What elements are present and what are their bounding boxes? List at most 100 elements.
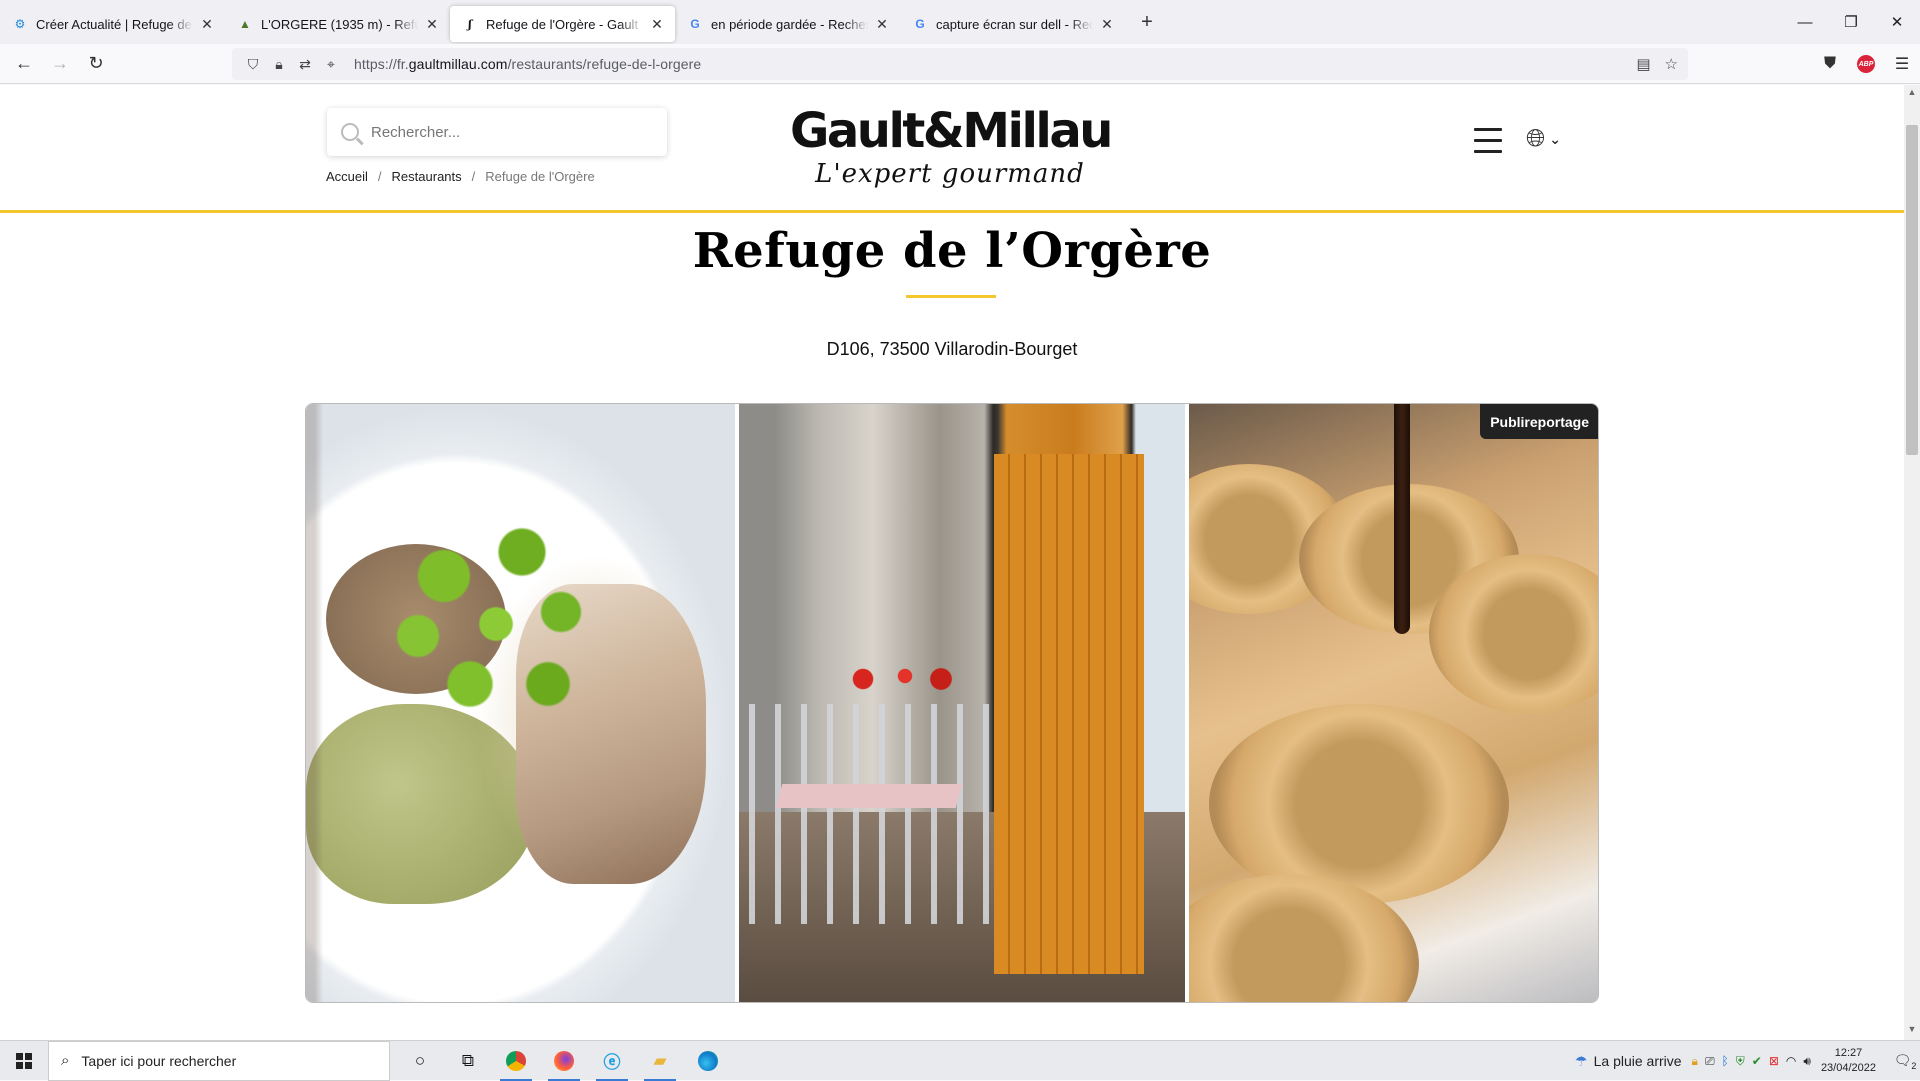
scroll-up-icon[interactable]: ▲ [1904, 87, 1920, 101]
taskbar-apps: ○ ⧉ ⓔ ▰ [396, 1041, 732, 1081]
close-icon[interactable]: ✕ [874, 16, 890, 33]
close-window-icon[interactable]: ✕ [1874, 0, 1920, 44]
system-tray: ☂ La pluie arrive 🔒︎ ⎚ ᛒ ⛨ ✔ ⊠ ◠ 🔊︎ 12:2… [1575, 1041, 1920, 1081]
close-icon[interactable]: ✕ [424, 16, 440, 33]
weather-text: La pluie arrive [1593, 1053, 1682, 1069]
lock-icon[interactable]: 🔒︎ [268, 56, 290, 73]
tab-title: capture écran sur dell - Recherche Googl… [936, 16, 1093, 32]
photo-shape [1208, 704, 1509, 904]
breadcrumb-home[interactable]: Accueil [326, 169, 368, 184]
restaurant-address: D106, 73500 Villarodin-Bourget [826, 339, 1078, 359]
scroll-down-icon[interactable]: ▼ [1904, 1024, 1920, 1038]
chrome-icon[interactable] [492, 1041, 540, 1081]
tab-gault-millau[interactable]: ʃ Refuge de l'Orgère - Gault & Millau ✕ [450, 6, 675, 42]
umbrella-icon: ☂ [1575, 1052, 1588, 1069]
close-icon[interactable]: ✕ [1099, 16, 1115, 33]
notification-count: 2 [1911, 1060, 1917, 1071]
cortana-icon[interactable]: ○ [396, 1041, 444, 1081]
back-arrow-icon[interactable]: ← [6, 48, 42, 80]
reload-icon[interactable]: ↻ [78, 48, 114, 80]
url-bar[interactable]: ⛉ 🔒︎ ⇄ ⌖ https://fr.gaultmillau.com/rest… [232, 48, 1688, 80]
sponsored-badge: Publireportage [1480, 404, 1598, 439]
bluetooth-icon[interactable]: ᛒ [1722, 1054, 1729, 1069]
title-underline [906, 295, 996, 298]
adblock-icon[interactable]: ABP [1848, 55, 1884, 73]
reader-view-icon[interactable]: ▤ [1636, 55, 1650, 73]
file-explorer-icon[interactable]: ▰ [636, 1041, 684, 1081]
google-icon: G [690, 17, 700, 31]
system-clock[interactable]: 12:27 23/04/2022 [1821, 1046, 1876, 1076]
logo-tagline: L'expert gourmand [815, 159, 1085, 189]
browser-window: ⚙ Créer Actualité | Refuge de l'Orgère ✕… [0, 0, 1920, 1081]
pocket-icon[interactable]: ⛊ [1812, 55, 1848, 73]
hamburger-menu-icon[interactable] [1474, 128, 1502, 154]
restore-icon[interactable]: ❐ [1828, 0, 1874, 44]
site-header: Rechercher... Accueil / Restaurants / Re… [0, 85, 1904, 213]
tray-icons: 🔒︎ ⎚ ᛒ ⛨ ✔ ⊠ ◠ 🔊︎ [1692, 1054, 1811, 1069]
task-view-icon[interactable]: ⧉ [444, 1041, 492, 1081]
bookmark-star-icon[interactable]: ☆ [1665, 55, 1678, 73]
internet-explorer-icon[interactable]: ⓔ [588, 1041, 636, 1081]
site-search-input[interactable]: Rechercher... [327, 108, 667, 156]
page-scrollbar[interactable]: ▲ ▼ [1904, 85, 1920, 1040]
site-logo[interactable]: Gault&Millau L'expert gourmand [790, 103, 1113, 189]
photo-shape [776, 784, 963, 808]
lock-tray-icon[interactable]: 🔒︎ [1692, 1054, 1698, 1069]
breadcrumb: Accueil / Restaurants / Refuge de l'Orgè… [326, 169, 595, 184]
firefox-icon[interactable] [540, 1041, 588, 1081]
url-prefix: https://fr. [354, 56, 409, 72]
tab-title: Créer Actualité | Refuge de l'Orgère [36, 16, 193, 32]
security-icon[interactable]: ⛨ [1736, 1054, 1745, 1069]
clock-time: 12:27 [1834, 1047, 1863, 1059]
shield-icon[interactable]: ⛉ [242, 56, 264, 73]
edge-icon[interactable] [684, 1041, 732, 1081]
language-selector[interactable]: 🌐︎ ⌄ [1526, 125, 1561, 153]
url-text[interactable]: https://fr.gaultmillau.com/restaurants/r… [354, 56, 701, 72]
photo-dish[interactable] [306, 404, 736, 1002]
taskbar-search-input[interactable]: ⌕ Taper ici pour rechercher [48, 1040, 390, 1081]
close-icon[interactable]: ✕ [199, 16, 215, 33]
new-tab-button[interactable]: + [1129, 4, 1165, 40]
tab-google-periode[interactable]: G en période gardée - Recherche Google ✕ [675, 6, 900, 42]
photo-shape [839, 664, 960, 694]
photo-shape [749, 704, 1020, 924]
photo-tarts[interactable]: Publireportage [1188, 404, 1598, 1002]
scrollbar-thumb[interactable] [1906, 125, 1918, 455]
tab-creer-actualite[interactable]: ⚙ Créer Actualité | Refuge de l'Orgère ✕ [0, 6, 225, 42]
window-controls: — ❐ ✕ [1782, 0, 1920, 44]
breadcrumb-restaurants[interactable]: Restaurants [392, 169, 462, 184]
page-title: Refuge de l’Orgère [692, 223, 1212, 279]
search-icon [341, 123, 359, 141]
location-icon[interactable]: ⌖ [320, 56, 342, 73]
start-button[interactable] [0, 1041, 48, 1081]
menu-icon[interactable]: ☰ [1884, 54, 1920, 74]
gm-icon: ʃ [468, 17, 472, 31]
forward-arrow-icon[interactable]: → [42, 48, 78, 80]
weather-widget[interactable]: ☂ La pluie arrive [1575, 1053, 1682, 1070]
tab-title: L'ORGERE (1935 m) - Refuges Vanoise [261, 16, 418, 32]
checkmark-tray-icon[interactable]: ✔ [1752, 1054, 1762, 1069]
permissions-icon[interactable]: ⇄ [294, 56, 316, 73]
tab-orgere-refuges[interactable]: ▲ L'ORGERE (1935 m) - Refuges Vanoise ✕ [225, 6, 450, 42]
antivirus-icon[interactable]: ⊠ [1769, 1054, 1779, 1069]
wifi-icon[interactable]: ◠ [1786, 1054, 1796, 1069]
url-domain: gaultmillau.com [408, 56, 508, 72]
minimize-icon[interactable]: — [1782, 0, 1828, 44]
tab-strip: ⚙ Créer Actualité | Refuge de l'Orgère ✕… [0, 0, 1920, 44]
photo-terrace[interactable] [739, 404, 1185, 1002]
volume-icon[interactable]: 🔊︎ [1803, 1054, 1811, 1069]
gear-icon: ⚙ [14, 17, 26, 31]
notification-center-icon[interactable]: 🗨︎2 [1890, 1052, 1920, 1071]
windows-taskbar: ⌕ Taper ici pour rechercher ○ ⧉ ⓔ ▰ ☂ La… [0, 1040, 1920, 1081]
photo-shape [994, 454, 1145, 974]
photo-gallery[interactable]: Publireportage [305, 403, 1599, 1003]
close-icon[interactable]: ✕ [649, 16, 665, 33]
logo-brand: Gault&Millau [790, 103, 1113, 159]
search-icon: ⌕ [61, 1052, 70, 1069]
tab-google-capture[interactable]: G capture écran sur dell - Recherche Goo… [900, 6, 1125, 42]
google-icon: G [915, 17, 925, 31]
breadcrumb-current: Refuge de l'Orgère [485, 169, 595, 184]
camera-tray-icon[interactable]: ⎚ [1705, 1054, 1715, 1069]
page-viewport: Rechercher... Accueil / Restaurants / Re… [0, 85, 1904, 1040]
tab-title: Refuge de l'Orgère - Gault & Millau [486, 16, 643, 32]
